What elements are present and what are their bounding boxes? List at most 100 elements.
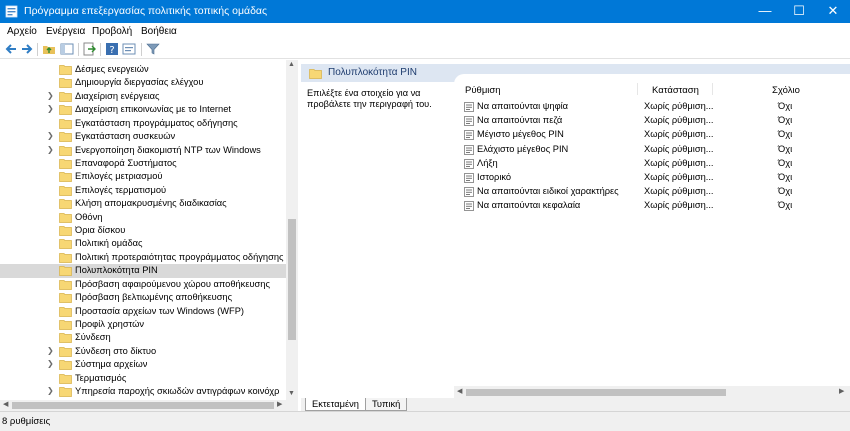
tree-item[interactable]: Δημιουργία διεργασίας ελέγχου — [0, 76, 286, 90]
scroll-thumb[interactable] — [12, 402, 274, 409]
tree-item[interactable]: Επιλογές τερματισμού — [0, 184, 286, 198]
setting-name: Ελάχιστο μέγεθος PIN — [477, 143, 569, 154]
maximize-button[interactable]: ☐ — [782, 0, 816, 23]
tree-item[interactable]: Πρόσβαση βελτιωμένης αποθήκευσης — [0, 291, 286, 305]
expand-chevron-icon[interactable]: ❯ — [47, 104, 54, 113]
tree-horizontal-scrollbar[interactable]: ◀ ▶ — [0, 400, 286, 411]
scroll-right-arrow-icon[interactable]: ▶ — [277, 400, 282, 408]
tree-item-label: Επαναφορά Συστήματος — [75, 157, 177, 168]
tree-item-label: Διαχείριση επικοινωνίας με το Internet — [75, 104, 231, 115]
scroll-thumb[interactable] — [466, 389, 726, 396]
status-text: 8 ρυθμίσεις — [2, 416, 51, 427]
properties-icon[interactable] — [122, 42, 136, 56]
expand-chevron-icon[interactable]: ❯ — [47, 346, 54, 355]
tree-item-label: Ενεργοποίηση διακομιστή NTP των Windows — [75, 144, 261, 155]
menu-file[interactable]: Αρχείο — [7, 26, 37, 37]
tree-item[interactable]: Επιλογές μετριασμού — [0, 170, 286, 184]
expand-chevron-icon[interactable]: ❯ — [47, 131, 54, 140]
column-header-state[interactable]: Κατάσταση — [652, 85, 699, 96]
setting-row[interactable]: Ιστορικό Χωρίς ρύθμιση... Όχι — [454, 171, 850, 185]
tree-vertical-scrollbar[interactable]: ▲ ▼ — [286, 60, 298, 400]
setting-name: Λήξη — [477, 157, 498, 168]
filter-icon[interactable] — [146, 42, 160, 56]
tab-standard[interactable]: Τυπική — [365, 398, 408, 411]
tree-item[interactable]: ❯ Εγκατάσταση συσκευών — [0, 130, 286, 144]
setting-name: Να απαιτούνται ψηφία — [477, 101, 569, 111]
minimize-button[interactable]: — — [748, 0, 782, 23]
tree-item[interactable]: ❯ Ενεργοποίηση διακομιστή NTP των Windows — [0, 144, 286, 158]
tree-item[interactable]: ❯ Σύνδεση στο δίκτυο — [0, 345, 286, 359]
show-hide-tree-icon[interactable] — [60, 42, 74, 56]
column-header-comment[interactable]: Σχόλιο — [772, 85, 800, 96]
settings-horizontal-scrollbar[interactable]: ◀ ▶ — [454, 386, 850, 398]
help-icon[interactable]: ? — [105, 42, 119, 56]
policy-setting-icon — [464, 116, 474, 127]
close-button[interactable]: ✕ — [816, 0, 850, 23]
forward-arrow-icon[interactable] — [20, 42, 34, 56]
scroll-up-arrow-icon[interactable]: ▲ — [288, 61, 295, 68]
setting-name: Να απαιτούνται ειδικοί χαρακτήρες — [477, 186, 619, 197]
expand-chevron-icon[interactable]: ❯ — [47, 91, 54, 100]
setting-row[interactable]: Λήξη Χωρίς ρύθμιση... Όχι — [454, 157, 850, 171]
up-folder-icon[interactable] — [42, 42, 56, 56]
tree-item[interactable]: Προστασία αρχείων των Windows (WFP) — [0, 305, 286, 319]
folder-icon — [59, 253, 72, 263]
menu-help[interactable]: Βοήθεια — [141, 26, 177, 37]
tree-item[interactable]: Οθόνη — [0, 211, 286, 225]
tree-item[interactable]: Πολιτική ομάδας — [0, 237, 286, 251]
scroll-thumb[interactable] — [288, 219, 296, 340]
folder-icon — [59, 145, 72, 156]
toolbar-separator — [100, 43, 101, 56]
tree-item[interactable]: ❯ Σύστημα αρχείων — [0, 358, 286, 372]
setting-row[interactable]: Να απαιτούνται ειδικοί χαρακτήρες Χωρίς ρ… — [454, 185, 850, 199]
scroll-left-arrow-icon[interactable]: ◀ — [3, 400, 8, 408]
column-header-setting[interactable]: Ρύθμιση — [465, 85, 501, 96]
scroll-right-arrow-icon[interactable]: ▶ — [839, 387, 844, 395]
folder-icon — [59, 226, 72, 236]
title-bar: Πρόγραμμα επεξεργασίας πολιτικής τοπικής… — [0, 0, 850, 23]
policy-setting-icon — [464, 201, 474, 212]
tree-item[interactable]: Πολυπλοκότητα PIN — [0, 264, 286, 278]
setting-row[interactable]: Να απαιτούνται ψηφία Χωρίς ρύθμιση... Όχι — [454, 100, 850, 114]
tree-item[interactable]: ❯ Διαχείριση επικοινωνίας με το Internet — [0, 103, 286, 117]
folder-icon — [59, 185, 72, 196]
export-list-icon[interactable] — [82, 42, 96, 56]
toolbar-separator — [141, 43, 142, 56]
menu-action[interactable]: Ενέργεια — [46, 26, 85, 37]
scroll-corner — [286, 400, 298, 411]
tree-item[interactable]: Πολιτική προτεραιότητας προγράμματος οδή… — [0, 251, 287, 265]
setting-row[interactable]: Να απαιτούνται κεφαλαία Χωρίς ρύθμιση... Ό… — [454, 199, 850, 213]
view-tabs: Εκτεταμένη Τυπική — [301, 398, 850, 411]
setting-name: Μέγιστο μέγεθος PIN — [477, 129, 564, 140]
policy-setting-icon — [464, 187, 474, 198]
setting-row[interactable]: Μέγιστο μέγεθος PIN Χωρίς ρύθμιση... Όχι — [454, 128, 850, 142]
tree-item[interactable]: Πρόσβαση αφαιρούμενου χώρου αποθήκευσης — [0, 278, 286, 292]
tree-item[interactable]: Εγκατάσταση προγράμματος οδήγησης — [0, 117, 286, 131]
tree-item[interactable]: Επαναφορά Συστήματος — [0, 157, 286, 171]
tab-extended[interactable]: Εκτεταμένη — [305, 398, 366, 411]
expand-chevron-icon[interactable]: ❯ — [47, 359, 54, 368]
scroll-left-arrow-icon[interactable]: ◀ — [457, 387, 462, 395]
tree-item[interactable]: Σύνδεση — [0, 331, 286, 345]
expand-chevron-icon[interactable]: ❯ — [47, 145, 54, 154]
tree-item[interactable]: Κλήση απομακρυσμένης διαδικασίας — [0, 197, 286, 211]
setting-row[interactable]: Ελάχιστο μέγεθος PIN Χωρίς ρύθμιση... Όχι — [454, 143, 850, 157]
expand-chevron-icon[interactable]: ❯ — [47, 386, 54, 395]
folder-icon — [59, 387, 72, 397]
tree-item[interactable]: Δέσμες ενεργειών — [0, 63, 286, 77]
setting-comment: Όχι — [778, 143, 793, 154]
column-divider[interactable] — [712, 83, 713, 95]
tree-item[interactable]: Όρια δίσκου — [0, 224, 286, 238]
scroll-down-arrow-icon[interactable]: ▼ — [288, 390, 295, 397]
menu-view[interactable]: Προβολή — [92, 26, 132, 37]
column-divider[interactable] — [637, 83, 638, 95]
back-arrow-icon[interactable] — [4, 42, 18, 56]
tree-item[interactable]: Προφίλ χρηστών — [0, 318, 286, 332]
setting-state: Χωρίς ρύθμιση... — [644, 172, 714, 182]
tree-item[interactable]: ❯ Διαχείριση ενέργειας — [0, 90, 286, 104]
tree-item[interactable]: ❯ Υπηρεσία παροχής σκιωδών αντιγράφων κοι… — [0, 385, 286, 399]
setting-row[interactable]: Να απαιτούνται πεζά Χωρίς ρύθμιση... Όχι — [454, 114, 850, 128]
setting-comment: Όχι — [778, 172, 793, 182]
folder-icon — [59, 360, 72, 371]
tree-item[interactable]: Τερματισμός — [0, 372, 286, 386]
